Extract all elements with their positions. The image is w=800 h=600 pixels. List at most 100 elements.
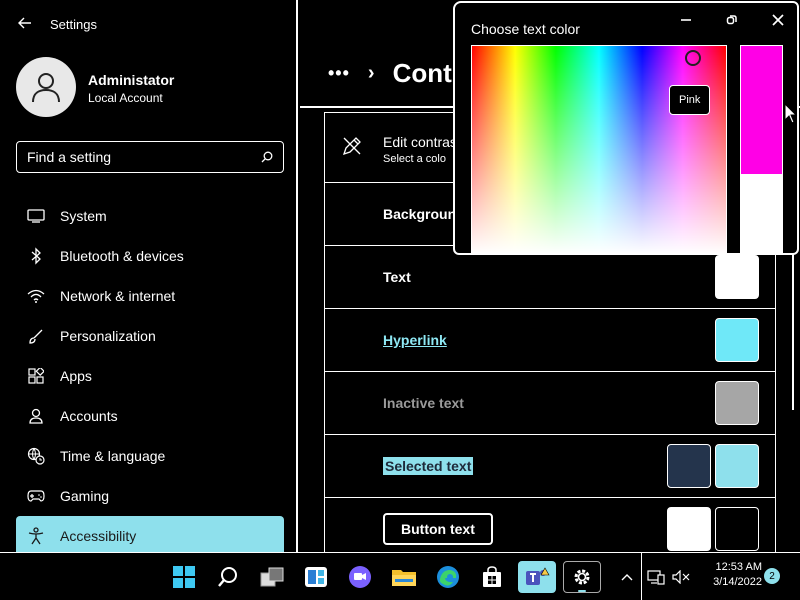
selected-text-fg-swatch[interactable] [715, 444, 759, 488]
button-text-sample: Button text [383, 513, 493, 545]
inactive-text-row: Inactive text [324, 372, 776, 435]
back-button[interactable] [14, 12, 36, 34]
gear-icon [574, 569, 590, 585]
edge-icon [437, 566, 459, 588]
sidebar-item-label: Gaming [60, 488, 110, 504]
sidebar-item-system[interactable]: System [16, 196, 284, 236]
notification-badge[interactable]: 2 [764, 568, 780, 584]
gamepad-icon [26, 486, 46, 506]
nav-list: System Bluetooth & devices Network & int… [16, 196, 284, 556]
globe-clock-icon [26, 446, 46, 466]
settings-button[interactable] [563, 561, 601, 593]
sidebar-item-label: Personalization [60, 328, 156, 344]
restore-button[interactable] [721, 9, 743, 31]
settings-sidebar: Settings Administator Local Account Find… [0, 0, 298, 556]
sidebar-item-personalization[interactable]: Personalization [16, 316, 284, 356]
selected-text-row: Selected text [324, 435, 776, 498]
sidebar-item-apps[interactable]: Apps [16, 356, 284, 396]
value-slider-track [741, 174, 782, 254]
search-icon [218, 567, 237, 587]
sidebar-item-label: Accessibility [60, 528, 137, 544]
text-color-swatch[interactable] [715, 255, 759, 299]
button-text-row: Button text [324, 498, 776, 552]
pen-icon [341, 135, 363, 162]
button-text-fg-swatch[interactable] [715, 507, 759, 551]
file-explorer-button[interactable] [388, 561, 420, 593]
button-text-bg-swatch[interactable] [667, 507, 711, 551]
edge-button[interactable] [432, 561, 464, 593]
inactive-text-color-swatch[interactable] [715, 381, 759, 425]
taskbar: 12:53 AM 3/14/2022 2 [0, 552, 800, 600]
back-arrow-icon [18, 17, 31, 29]
breadcrumb-more-button[interactable]: ••• [328, 63, 350, 84]
background-label: Backgroun [383, 206, 457, 222]
hyperlink-label: Hyperlink [383, 332, 447, 348]
sidebar-item-bluetooth[interactable]: Bluetooth & devices [16, 236, 284, 276]
app-title: Settings [50, 17, 97, 32]
taskbar-search-button[interactable] [212, 561, 244, 593]
breadcrumb-separator: › [367, 62, 375, 84]
start-button[interactable] [168, 561, 200, 593]
person-icon [32, 73, 60, 103]
windows-logo-icon [173, 566, 195, 588]
accessibility-icon [26, 526, 46, 546]
store-bag-icon [483, 566, 501, 587]
user-account-type: Local Account [88, 91, 163, 105]
teams-button[interactable] [518, 561, 556, 593]
color-selector-handle[interactable] [685, 50, 701, 66]
sidebar-item-gaming[interactable]: Gaming [16, 476, 284, 516]
task-view-button[interactable] [256, 561, 288, 593]
widgets-button[interactable] [300, 561, 332, 593]
sidebar-item-network[interactable]: Network & internet [16, 276, 284, 316]
chat-button[interactable] [344, 561, 376, 593]
close-button[interactable] [767, 9, 789, 31]
close-icon [772, 14, 784, 26]
volume-muted-icon [672, 570, 690, 584]
color-picker-dialog: Choose text color Pink [453, 1, 799, 255]
sidebar-item-accessibility[interactable]: Accessibility [16, 516, 284, 556]
chevron-up-icon [621, 574, 633, 581]
wifi-icon [26, 286, 46, 306]
search-input[interactable]: Find a setting [16, 141, 284, 173]
apps-icon [26, 366, 46, 386]
clock-date: 3/14/2022 [713, 576, 762, 588]
sidebar-item-label: Bluetooth & devices [60, 248, 184, 264]
volume-button[interactable] [670, 561, 692, 593]
text-row: Text [324, 246, 776, 309]
breadcrumb: ••• › Cont [328, 58, 452, 89]
brush-icon [26, 326, 46, 346]
teams-icon [526, 567, 550, 585]
chat-icon [349, 566, 371, 588]
inactive-text-label: Inactive text [383, 395, 464, 411]
show-hidden-icons-button[interactable] [616, 561, 638, 593]
edit-contrast-description: Select a colo [383, 153, 446, 165]
bluetooth-icon [26, 246, 46, 266]
active-indicator [578, 590, 586, 592]
user-name: Administator [88, 72, 175, 88]
sidebar-item-label: System [60, 208, 107, 224]
selected-text-label: Selected text [383, 457, 474, 475]
clock[interactable]: 12:53 AM 3/14/2022 [698, 560, 762, 590]
person-icon [26, 406, 46, 426]
minimize-button[interactable] [675, 9, 697, 31]
search-icon [261, 151, 273, 163]
hyperlink-color-swatch[interactable] [715, 318, 759, 362]
avatar[interactable] [16, 57, 76, 117]
sidebar-item-label: Time & language [60, 448, 166, 464]
store-button[interactable] [476, 561, 508, 593]
mouse-cursor-icon [784, 103, 798, 124]
value-slider[interactable] [740, 45, 783, 255]
network-icon [647, 570, 665, 585]
selected-text-bg-swatch[interactable] [667, 444, 711, 488]
monitor-icon [26, 206, 46, 226]
sidebar-item-accounts[interactable]: Accounts [16, 396, 284, 436]
sidebar-item-time-language[interactable]: Time & language [16, 436, 284, 476]
restore-icon [726, 15, 737, 25]
clock-time: 12:53 AM [715, 561, 762, 573]
network-status-button[interactable] [645, 561, 667, 593]
selected-text-label-wrap: Selected text [383, 457, 474, 475]
edit-contrast-title: Edit contras [383, 134, 457, 150]
color-spectrum[interactable]: Pink [471, 45, 727, 255]
dialog-title: Choose text color [471, 21, 580, 37]
sidebar-item-label: Accounts [60, 408, 118, 424]
